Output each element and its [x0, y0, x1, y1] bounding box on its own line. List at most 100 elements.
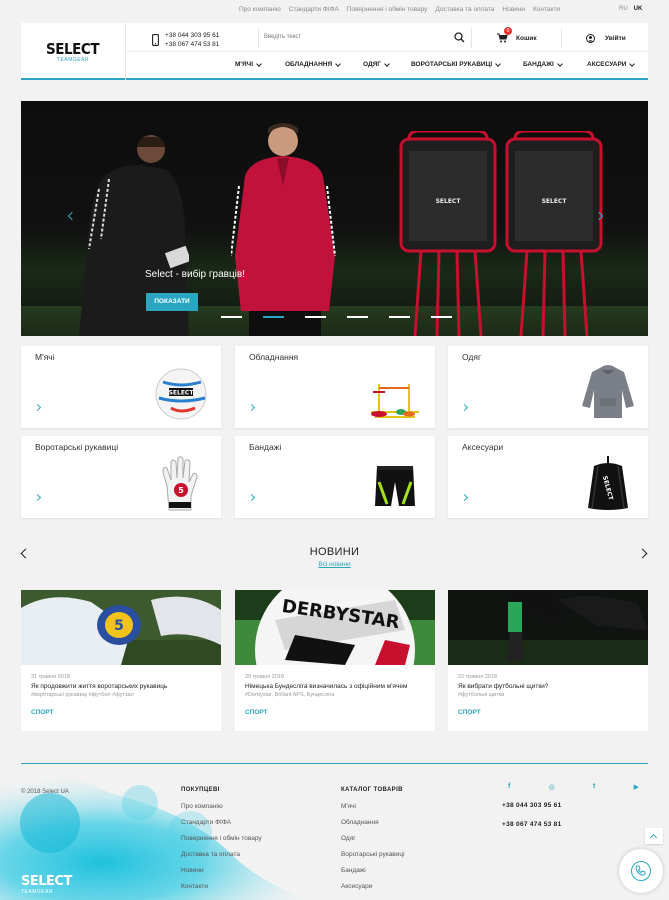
footer-link[interactable]: Доставка та оплата: [181, 851, 262, 867]
dummy-logo: SELECT: [436, 198, 462, 205]
svg-text:5: 5: [178, 486, 184, 495]
footer-link[interactable]: М'ячі: [341, 803, 405, 819]
chevron-right-icon[interactable]: [247, 403, 256, 412]
footer-heading: КАТАЛОГ ТОВАРІВ: [341, 787, 403, 793]
news-card[interactable]: 22 травня 2018 Як вибрати футбольні щитк…: [448, 590, 648, 731]
footer-link[interactable]: Аксесуари: [341, 883, 405, 899]
news-card[interactable]: DERBYSTAR 29 травня 2018 Німецька Бундес…: [235, 570, 435, 731]
cart-count-badge: 0: [504, 27, 512, 35]
slider-dot-active[interactable]: [263, 316, 284, 318]
top-link[interactable]: Новини: [502, 6, 525, 13]
slider-dot[interactable]: [389, 316, 410, 318]
site-logo[interactable]: SELECT TEAMGEAR: [21, 23, 126, 80]
chevron-right-icon[interactable]: [460, 493, 469, 502]
header-phone-2[interactable]: +38 067 474 53 81: [165, 40, 219, 49]
footer-link[interactable]: Обладнання: [341, 819, 405, 835]
footer-phone-2[interactable]: +38 067 474 53 81: [502, 821, 562, 828]
youtube-icon[interactable]: ▶: [634, 783, 639, 791]
login-label: Увійти: [605, 34, 626, 42]
news-tags: #воротарські рукавиці #футбол #футзал: [31, 692, 134, 698]
footer-link[interactable]: Воротарські рукавиці: [341, 851, 405, 867]
header-phones: +38 044 303 95 61 +38 067 474 53 81: [152, 29, 219, 51]
hero-wall-dummy: SELECT: [399, 131, 497, 336]
top-link[interactable]: Стандарти ФІФА: [289, 6, 339, 13]
twitter-icon[interactable]: t: [593, 783, 595, 791]
nav-item-goalkeeper-gloves[interactable]: ВОРОТАРСЬКІ РУКАВИЦІ: [411, 60, 523, 68]
chevron-right-icon[interactable]: [247, 493, 256, 502]
category-card-clothing[interactable]: Одяг: [448, 346, 648, 428]
news-title[interactable]: Як вибрати футбольні щитки?: [458, 683, 643, 690]
slider-dot[interactable]: [431, 316, 452, 318]
svg-text:5: 5: [114, 618, 124, 634]
facebook-icon[interactable]: f: [508, 783, 510, 791]
category-card-bandages[interactable]: Бандажі: [235, 436, 435, 518]
top-link[interactable]: Доставка та оплата: [435, 6, 494, 13]
search-icon[interactable]: [454, 32, 465, 43]
callback-button[interactable]: [619, 849, 663, 893]
glove-icon: 5: [162, 456, 198, 511]
news-category[interactable]: СПОРТ: [31, 709, 54, 716]
chevron-right-icon[interactable]: [460, 403, 469, 412]
news-card[interactable]: 5 31 травня 2018 Як продовжити життя вор…: [21, 590, 221, 731]
chevron-right-icon[interactable]: [33, 403, 42, 412]
search-box[interactable]: Введіть текст: [258, 28, 472, 48]
svg-text:SELECT: SELECT: [169, 390, 195, 397]
dummy-logo: SELECT: [542, 198, 568, 205]
phone-call-icon: [631, 861, 651, 881]
top-link[interactable]: Повернення і обмін товару: [347, 6, 428, 13]
hero-caption: Select - вибір гравців!: [145, 269, 245, 280]
news-date: 22 травня 2018: [458, 674, 497, 680]
login-button[interactable]: Увійти: [561, 28, 648, 48]
footer-link[interactable]: Про компанію: [181, 803, 262, 819]
slider-prev-icon[interactable]: [67, 211, 77, 221]
logo-text: SELECT: [46, 40, 100, 58]
hero-show-button[interactable]: ПОКАЗАТИ: [146, 293, 198, 311]
instagram-icon[interactable]: ◎: [549, 783, 555, 791]
footer-logo[interactable]: SELECT TEAMGEAR: [21, 874, 72, 895]
nav-label: ОДЯГ: [363, 61, 381, 68]
category-title: Одяг: [462, 352, 482, 362]
cart-button[interactable]: 0 Кошик: [497, 27, 537, 48]
top-link[interactable]: Контакти: [533, 6, 560, 13]
news-title[interactable]: Німецька Бундесліга визначилась з офіцій…: [245, 683, 430, 690]
footer-link[interactable]: Бандажі: [341, 867, 405, 883]
category-card-goalkeeper-gloves[interactable]: Воротарські рукавиці 5: [21, 436, 221, 518]
category-title: Аксесуари: [462, 442, 504, 452]
footer-link[interactable]: Новини: [181, 867, 262, 883]
lang-ru[interactable]: RU: [619, 6, 628, 12]
nav-item-accessories[interactable]: АКСЕСУАРИ: [587, 60, 636, 68]
category-card-equipment[interactable]: Обладнання: [235, 346, 435, 428]
category-card-balls[interactable]: М'ячі SELECT: [21, 346, 221, 428]
slider-dot[interactable]: [305, 316, 326, 318]
slider-dot[interactable]: [347, 316, 368, 318]
header-phone-1[interactable]: +38 044 303 95 61: [165, 31, 219, 40]
footer-link[interactable]: Контакти: [181, 883, 262, 899]
slider-dot[interactable]: [221, 316, 242, 318]
news-image: DERBYSTAR: [235, 570, 435, 730]
footer-link[interactable]: Стандарти ФІФА: [181, 819, 262, 835]
nav-item-clothing[interactable]: ОДЯГ: [363, 60, 411, 68]
hero-slider: SELECT SELECT Select - вибір гравців! ПО…: [21, 101, 648, 336]
nav-label: М'ЯЧІ: [235, 61, 254, 68]
copyright: © 2018 Select UA: [21, 789, 69, 795]
search-input[interactable]: Введіть текст: [264, 34, 301, 40]
all-news-link[interactable]: Всі новини: [0, 561, 669, 568]
nav-item-balls[interactable]: М'ЯЧІ: [235, 60, 285, 68]
footer-link[interactable]: Повернення і обмін товару: [181, 835, 262, 851]
chevron-right-icon[interactable]: [33, 493, 42, 502]
scroll-to-top-button[interactable]: [645, 828, 663, 844]
category-title: Воротарські рукавиці: [35, 442, 119, 452]
footer-phone-1[interactable]: +38 044 303 95 61: [502, 802, 562, 809]
top-link[interactable]: Про компанію: [239, 6, 281, 13]
nav-item-bandages[interactable]: БАНДАЖІ: [523, 60, 587, 68]
news-title[interactable]: Як продовжити життя воротарських рукавиц…: [31, 683, 216, 690]
nav-item-equipment[interactable]: ОБЛАДНАННЯ: [285, 60, 363, 68]
lang-uk[interactable]: UK: [634, 6, 643, 12]
nav-label: ОБЛАДНАННЯ: [285, 61, 333, 68]
news-category[interactable]: СПОРТ: [458, 709, 481, 716]
category-title: Бандажі: [249, 442, 282, 452]
category-card-accessories[interactable]: Аксесуари SELECT: [448, 436, 648, 518]
news-image: 5: [21, 590, 221, 665]
footer-link[interactable]: Одяг: [341, 835, 405, 851]
news-category[interactable]: СПОРТ: [245, 709, 268, 716]
